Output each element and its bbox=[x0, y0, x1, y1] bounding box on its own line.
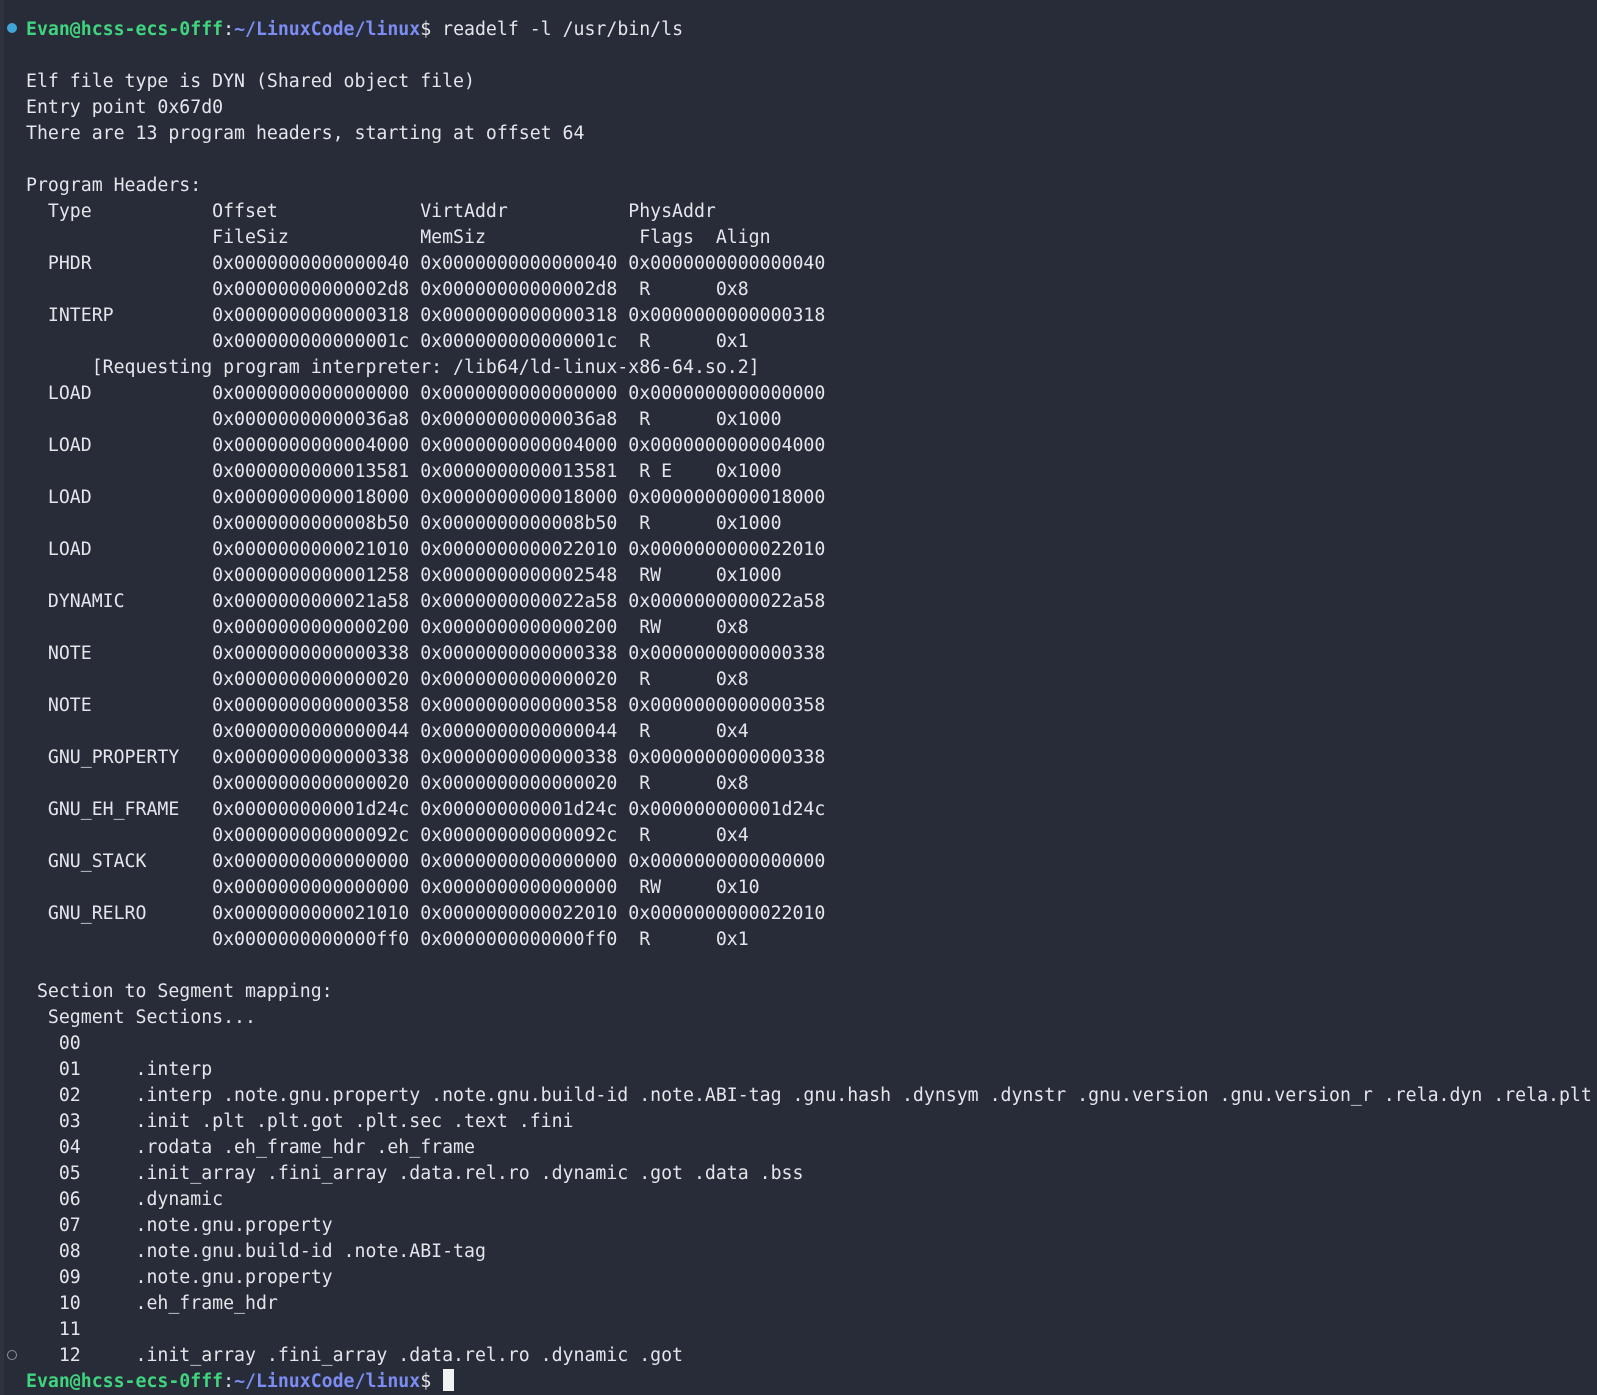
prompt-separator: : bbox=[223, 1371, 235, 1392]
output-line: LOAD 0x0000000000000000 0x00000000000000… bbox=[26, 383, 826, 404]
output-line: 0x0000000000000020 0x0000000000000020 R … bbox=[26, 773, 749, 794]
output-line: FileSiz MemSiz Flags Align bbox=[26, 227, 771, 248]
output-line: Segment Sections... bbox=[26, 1007, 256, 1028]
terminal-output: Evan@hcss-ecs-0fff:~/LinuxCode/linux$ re… bbox=[26, 17, 1597, 1395]
output-line: 0x00000000000002d8 0x00000000000002d8 R … bbox=[26, 279, 749, 300]
output-line: NOTE 0x0000000000000358 0x00000000000003… bbox=[26, 695, 826, 716]
output-line: 00 bbox=[26, 1033, 136, 1054]
output-line: Section to Segment mapping: bbox=[26, 981, 333, 1002]
output-line: 06 .dynamic bbox=[26, 1189, 235, 1210]
output-line: 0x0000000000000200 0x0000000000000200 RW… bbox=[26, 617, 749, 638]
output-line: 07 .note.gnu.property bbox=[26, 1215, 344, 1236]
command-prompt-line: Evan@hcss-ecs-0fff:~/LinuxCode/linux$ re… bbox=[26, 17, 1597, 43]
output-line: LOAD 0x0000000000004000 0x00000000000040… bbox=[26, 435, 826, 456]
output-line: Entry point 0x67d0 bbox=[26, 97, 224, 118]
output-line: LOAD 0x0000000000021010 0x00000000000220… bbox=[26, 539, 826, 560]
output-line: GNU_EH_FRAME 0x000000000001d24c 0x000000… bbox=[26, 799, 826, 820]
output-line: 0x0000000000008b50 0x0000000000008b50 R … bbox=[26, 513, 782, 534]
output-line: 12 .init_array .fini_array .data.rel.ro … bbox=[26, 1345, 694, 1366]
prompt-separator: : bbox=[223, 19, 235, 40]
output-line: 09 .note.gnu.property bbox=[26, 1267, 344, 1288]
prompt-user-host: Evan@hcss-ecs-0fff bbox=[26, 19, 224, 40]
output-line: NOTE 0x0000000000000338 0x00000000000003… bbox=[26, 643, 826, 664]
prompt-path: ~/LinuxCode/linux bbox=[234, 19, 421, 40]
output-line: Elf file type is DYN (Shared object file… bbox=[26, 71, 475, 92]
output-line: 0x0000000000001258 0x0000000000002548 RW… bbox=[26, 565, 782, 586]
command-status-marker[interactable] bbox=[7, 23, 17, 33]
command-output: Elf file type is DYN (Shared object file… bbox=[26, 43, 1597, 1369]
output-line: 04 .rodata .eh_frame_hdr .eh_frame bbox=[26, 1137, 486, 1158]
output-line: GNU_PROPERTY 0x0000000000000338 0x000000… bbox=[26, 747, 826, 768]
output-line: Program Headers: bbox=[26, 175, 202, 196]
output-line: GNU_STACK 0x0000000000000000 0x000000000… bbox=[26, 851, 826, 872]
active-prompt-line[interactable]: Evan@hcss-ecs-0fff:~/LinuxCode/linux$ bbox=[26, 1369, 1597, 1395]
output-line: 03 .init .plt .plt.got .plt.sec .text .f… bbox=[26, 1111, 585, 1132]
output-line: 0x000000000000001c 0x000000000000001c R … bbox=[26, 331, 749, 352]
output-line: GNU_RELRO 0x0000000000021010 0x000000000… bbox=[26, 903, 826, 924]
prompt-sign: $ bbox=[420, 19, 443, 40]
output-line: 0x0000000000000020 0x0000000000000020 R … bbox=[26, 669, 749, 690]
output-line: 10 .eh_frame_hdr bbox=[26, 1293, 289, 1314]
output-line: 0x00000000000036a8 0x00000000000036a8 R … bbox=[26, 409, 782, 430]
output-line: 0x000000000000092c 0x000000000000092c R … bbox=[26, 825, 749, 846]
output-line: 05 .init_array .fini_array .data.rel.ro … bbox=[26, 1163, 815, 1184]
prompt-sign: $ bbox=[420, 1371, 443, 1392]
output-line: PHDR 0x0000000000000040 0x00000000000000… bbox=[26, 253, 826, 274]
prompt-status-marker[interactable] bbox=[7, 1350, 17, 1360]
output-line: [Requesting program interpreter: /lib64/… bbox=[26, 357, 760, 378]
text-cursor[interactable] bbox=[443, 1369, 455, 1391]
output-line: DYNAMIC 0x0000000000021a58 0x00000000000… bbox=[26, 591, 826, 612]
terminal-window[interactable]: Evan@hcss-ecs-0fff:~/LinuxCode/linux$ re… bbox=[0, 0, 1597, 1395]
left-gutter bbox=[0, 0, 4, 1395]
output-line: 08 .note.gnu.build-id .note.ABI-tag bbox=[26, 1241, 497, 1262]
output-line: Type Offset VirtAddr PhysAddr bbox=[26, 201, 716, 222]
prompt-user-host: Evan@hcss-ecs-0fff bbox=[26, 1371, 224, 1392]
output-line: 0x0000000000013581 0x0000000000013581 R … bbox=[26, 461, 782, 482]
output-line: There are 13 program headers, starting a… bbox=[26, 123, 585, 144]
prompt-path: ~/LinuxCode/linux bbox=[234, 1371, 421, 1392]
command-text: readelf -l /usr/bin/ls bbox=[442, 19, 684, 40]
output-line: 11 bbox=[26, 1319, 136, 1340]
output-line: 0x0000000000000044 0x0000000000000044 R … bbox=[26, 721, 749, 742]
output-line: 0x0000000000000000 0x0000000000000000 RW… bbox=[26, 877, 760, 898]
output-line: 0x0000000000000ff0 0x0000000000000ff0 R … bbox=[26, 929, 749, 950]
output-line: 02 .interp .note.gnu.property .note.gnu.… bbox=[26, 1085, 1592, 1106]
output-line: INTERP 0x0000000000000318 0x000000000000… bbox=[26, 305, 826, 326]
output-line: 01 .interp bbox=[26, 1059, 224, 1080]
output-line: LOAD 0x0000000000018000 0x00000000000180… bbox=[26, 487, 826, 508]
